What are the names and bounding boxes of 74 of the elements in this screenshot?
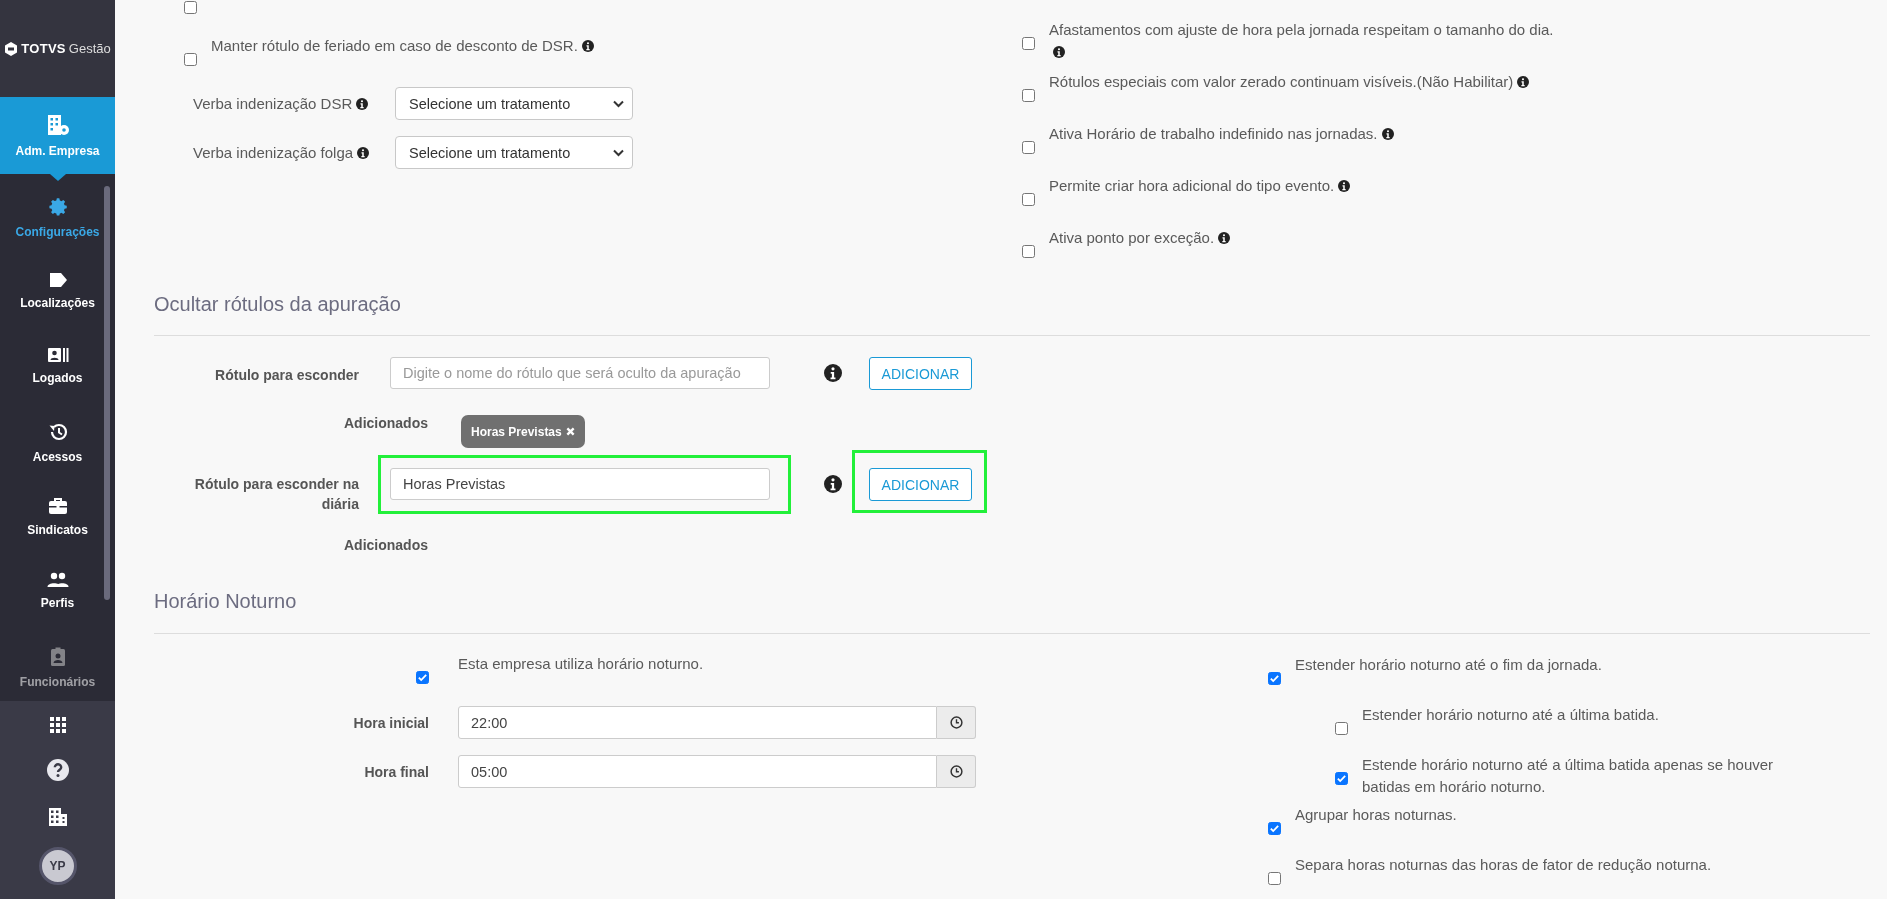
logo-text: TOTVS bbox=[21, 41, 66, 56]
chevron-down-icon bbox=[613, 148, 624, 157]
info-icon bbox=[824, 475, 842, 493]
checkbox-label: Estende horário noturno até a última batida apenas se houver batidas em horário noturno. bbox=[1362, 756, 1774, 795]
checkbox-label: Rótulos especiais com valor zerado continuam visíveis.(Não Habilitar) bbox=[1049, 73, 1514, 90]
section-title: Ocultar rótulos da apuração bbox=[154, 290, 1870, 336]
checkbox-label: Esta empresa utiliza horário noturno. bbox=[458, 654, 704, 674]
nav-item[interactable]: Localizações bbox=[0, 262, 115, 337]
info-icon bbox=[824, 364, 842, 382]
clock-button[interactable] bbox=[937, 706, 976, 739]
checkbox-label: Separa horas noturnas das horas de fator de redução noturna. bbox=[1295, 856, 1712, 873]
field-label: Adicionados bbox=[344, 415, 428, 431]
user-avatar[interactable]: YP bbox=[38, 847, 77, 885]
chevron-down-icon bbox=[613, 99, 624, 108]
field-label: Verba indenização folga bbox=[193, 144, 354, 161]
section-title: Horário Noturno bbox=[154, 587, 1870, 634]
nav-item[interactable]: Logados bbox=[0, 337, 115, 412]
checkbox[interactable] bbox=[1022, 245, 1035, 258]
nav-item[interactable]: Funcionários bbox=[0, 637, 115, 701]
checkbox[interactable] bbox=[1268, 672, 1281, 685]
checkbox-label: Ativa ponto por exceção. bbox=[1049, 229, 1215, 246]
nav-item[interactable]: Acessos bbox=[0, 412, 115, 487]
people-icon bbox=[46, 572, 69, 588]
checkbox[interactable] bbox=[1022, 89, 1035, 102]
nav-item[interactable]: Sindicatos bbox=[0, 487, 115, 562]
checkbox[interactable] bbox=[1022, 141, 1035, 154]
checkbox[interactable] bbox=[1022, 37, 1035, 50]
clock-button[interactable] bbox=[937, 755, 976, 788]
help-icon[interactable] bbox=[46, 759, 69, 781]
checkbox[interactable] bbox=[1335, 722, 1348, 735]
checkbox[interactable] bbox=[184, 1, 197, 14]
checkbox-label: Agrupar horas noturnas. bbox=[1295, 806, 1457, 823]
badge-icon bbox=[49, 647, 66, 667]
checkbox-label: Permite criar hora adicional do tipo evento. bbox=[1049, 177, 1335, 194]
field-label: Rótulo para esconder na diária bbox=[194, 476, 359, 512]
pointer-icon bbox=[49, 174, 66, 181]
checkbox-label: Estender horário noturno até a última batida. bbox=[1362, 706, 1659, 723]
nav-item[interactable]: Configurações bbox=[0, 187, 115, 262]
logo-icon bbox=[4, 41, 19, 56]
field-label: Hora inicial bbox=[353, 714, 429, 731]
gear-icon bbox=[47, 197, 68, 217]
field-label: Adicionados bbox=[344, 537, 428, 553]
history-icon bbox=[47, 422, 68, 442]
label-tag[interactable]: Horas Previstas bbox=[461, 415, 585, 448]
nav-item[interactable]: Perfis bbox=[0, 562, 115, 637]
checkbox-label: Estender horário noturno até o fim da jornada. bbox=[1295, 656, 1602, 673]
text-input[interactable]: Horas Previstas bbox=[390, 468, 770, 500]
treatment-select[interactable]: Selecione um tratamento bbox=[395, 87, 633, 120]
checkbox[interactable] bbox=[184, 53, 197, 66]
clock-icon bbox=[949, 716, 963, 729]
checkbox[interactable] bbox=[1268, 822, 1281, 835]
building-gear-icon bbox=[45, 113, 70, 136]
building-icon[interactable] bbox=[47, 807, 68, 827]
apps-grid-icon[interactable] bbox=[49, 717, 66, 733]
field-label: Verba indenização DSR bbox=[193, 95, 353, 112]
id-card-icon bbox=[46, 347, 69, 363]
checkbox-label: Afastamentos com ajuste de hora pela jornada respeitam o tamanho do dia. bbox=[1049, 21, 1554, 38]
checkbox[interactable] bbox=[1022, 193, 1035, 206]
field-label: Hora final bbox=[364, 763, 429, 780]
briefcase-icon bbox=[47, 497, 68, 515]
checkbox[interactable] bbox=[416, 671, 429, 684]
checkbox-label: Manter rótulo de feriado em caso de desconto de DSR. bbox=[211, 37, 578, 54]
checkbox[interactable] bbox=[1335, 772, 1348, 785]
tag-icon bbox=[47, 272, 68, 288]
time-input[interactable]: 05:00 bbox=[458, 755, 937, 788]
close-icon[interactable] bbox=[565, 427, 575, 436]
checkbox[interactable] bbox=[1268, 872, 1281, 885]
field-label: Rótulo para esconder bbox=[215, 367, 359, 383]
treatment-select[interactable]: Selecione um tratamento bbox=[395, 136, 633, 169]
product-name: Gestão bbox=[68, 41, 111, 56]
time-input[interactable]: 22:00 bbox=[458, 706, 937, 739]
checkbox-label: Ativa Horário de trabalho indefinido nas jornadas. bbox=[1049, 125, 1378, 142]
scrollbar-thumb[interactable] bbox=[104, 186, 110, 600]
clock-icon bbox=[949, 765, 963, 778]
